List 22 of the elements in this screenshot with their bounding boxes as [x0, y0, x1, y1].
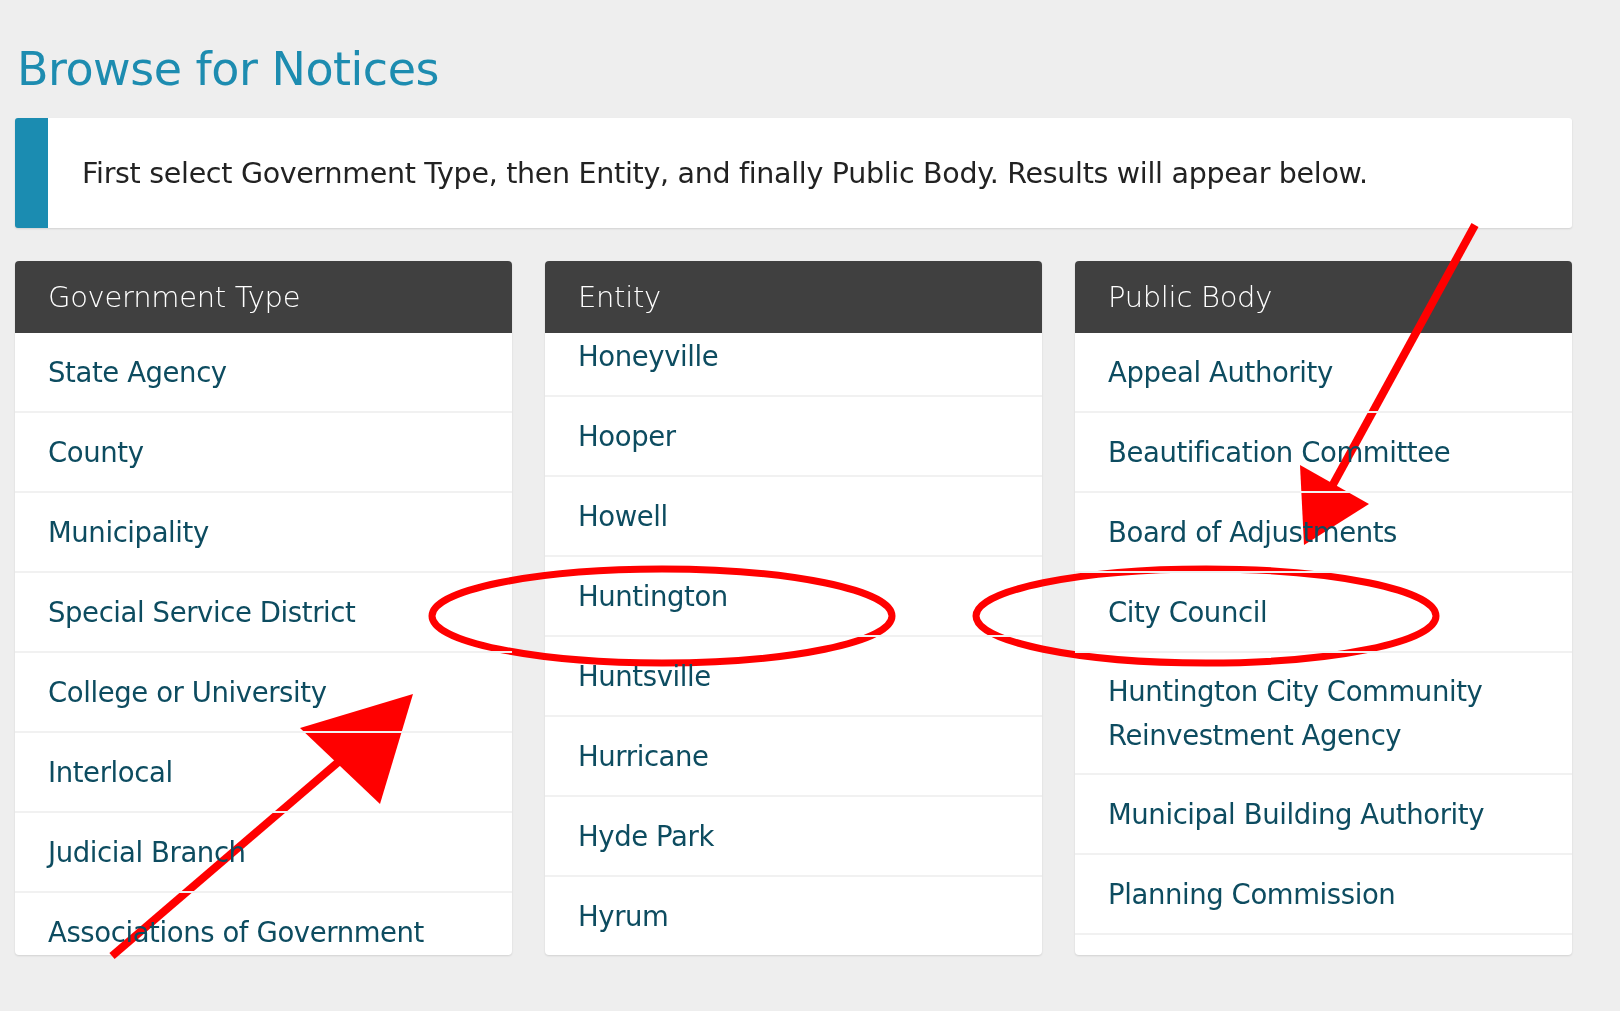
panel-heading: Entity: [578, 280, 661, 314]
list-item[interactable]: Huntsville: [545, 637, 1042, 717]
list-item[interactable]: Honeyville: [545, 333, 1042, 397]
list-item[interactable]: County: [15, 413, 512, 493]
list-item[interactable]: Hurricane: [545, 717, 1042, 797]
list-item[interactable]: Appeal Authority: [1075, 333, 1572, 413]
list-item[interactable]: Hyrum: [545, 877, 1042, 955]
list-item[interactable]: Special Service District: [15, 573, 512, 653]
page-title: Browse for Notices: [17, 42, 440, 96]
instruction-text: First select Government Type, then Entity, and finally Public Body. Results will appear below.: [82, 156, 1368, 190]
list-item[interactable]: Howell: [545, 477, 1042, 557]
list-item[interactable]: Planning Commission: [1075, 855, 1572, 935]
panel-heading: Government Type: [48, 280, 301, 314]
list-item[interactable]: Huntington: [545, 557, 1042, 637]
list-item[interactable]: Hyde Park: [545, 797, 1042, 877]
panel-heading: Public Body: [1108, 280, 1273, 314]
list-item[interactable]: State Agency: [15, 333, 512, 413]
list-item[interactable]: Municipal Building Authority: [1075, 775, 1572, 855]
list-item[interactable]: Municipality: [15, 493, 512, 573]
list-item[interactable]: Huntington City Community Reinvestment Agency: [1075, 653, 1572, 775]
list-item[interactable]: City Council: [1075, 573, 1572, 653]
list-item[interactable]: Hooper: [545, 397, 1042, 477]
